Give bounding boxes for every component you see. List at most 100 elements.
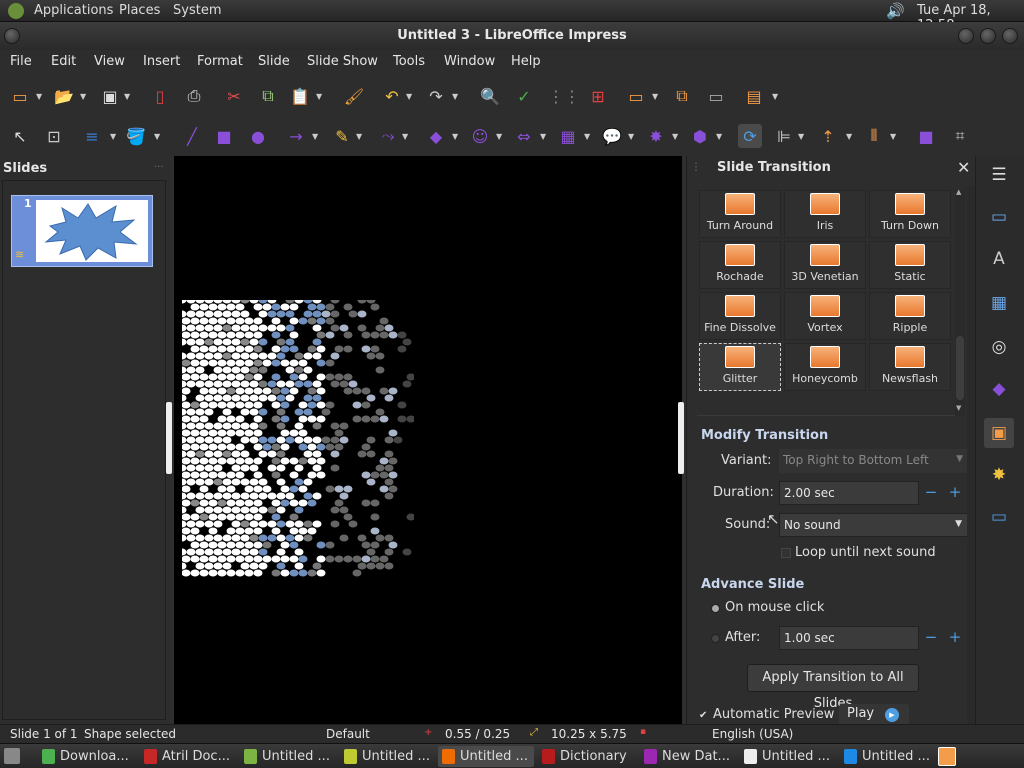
delete-slide-icon[interactable]: ▭ — [704, 84, 728, 108]
align-dropdown-icon[interactable]: ▼ — [798, 124, 806, 148]
slide-thumbnail-1[interactable]: 1 ≋ — [11, 195, 153, 267]
applications-menu[interactable]: Applications — [34, 3, 113, 18]
lines-arrows-dropdown-icon[interactable]: ▼ — [312, 124, 320, 148]
curves-dropdown-icon[interactable]: ▼ — [356, 124, 364, 148]
master-slides-icon[interactable]: ▭ — [984, 502, 1014, 532]
taskbar-item[interactable]: Untitled ... — [438, 746, 534, 767]
select-icon[interactable]: ↖ — [8, 124, 32, 148]
save-dropdown-icon[interactable]: ▼ — [124, 84, 132, 108]
distribute-icon[interactable]: ⫴ — [862, 124, 886, 148]
connectors-dropdown-icon[interactable]: ▼ — [402, 124, 410, 148]
taskbar-item[interactable]: Downloa... — [38, 746, 134, 767]
3d-objects-icon[interactable]: ⬢ — [688, 124, 712, 148]
menu-tools[interactable]: Tools — [393, 54, 425, 69]
arrange-dropdown-icon[interactable]: ▼ — [846, 124, 854, 148]
menu-file[interactable]: File — [10, 54, 32, 69]
duration-decrease-button[interactable]: − — [921, 483, 941, 503]
line-color-icon[interactable]: ≡ — [80, 124, 104, 148]
variant-select[interactable]: Top Right to Bottom Left ▼ — [779, 449, 969, 473]
line-icon[interactable]: ╱ — [180, 124, 204, 148]
panel-close-icon[interactable]: ✕ — [957, 158, 970, 177]
basic-shapes-dropdown-icon[interactable]: ▼ — [452, 124, 460, 148]
align-icon[interactable]: ⊫ — [772, 124, 796, 148]
panel-grip-icon[interactable]: ⋮ — [691, 162, 701, 173]
impress-launcher-icon[interactable] — [938, 747, 956, 766]
slides-pane-splitter[interactable] — [166, 402, 172, 474]
new-slide-dropdown-icon[interactable]: ▼ — [652, 84, 660, 108]
gallery-icon[interactable]: ▦ — [984, 288, 1014, 318]
menu-help[interactable]: Help — [511, 54, 541, 69]
connectors-icon[interactable]: ⤳ — [376, 124, 400, 148]
redo-dropdown-icon[interactable]: ▼ — [452, 84, 460, 108]
crop-icon[interactable]: ⌗ — [948, 124, 972, 148]
block-arrows-dropdown-icon[interactable]: ▼ — [540, 124, 548, 148]
language-status[interactable]: English (USA) — [712, 727, 793, 741]
redo-icon[interactable]: ↷ — [424, 84, 448, 108]
on-click-radio[interactable] — [711, 604, 720, 613]
show-desktop-icon[interactable] — [4, 748, 20, 764]
transition-tile-glitter[interactable]: Glitter — [699, 343, 781, 391]
transition-tile-iris[interactable]: Iris — [784, 190, 866, 238]
new-slide-icon[interactable]: ▭ — [624, 84, 648, 108]
transition-tile-ripple[interactable]: Ripple — [869, 292, 951, 340]
navigator-icon[interactable]: ◎ — [984, 332, 1014, 362]
menu-view[interactable]: View — [94, 54, 125, 69]
fill-color-icon[interactable]: 🪣 — [124, 124, 148, 148]
transition-tile-newsflash[interactable]: Newsflash — [869, 343, 951, 391]
taskbar-item[interactable]: Untitled ... — [740, 746, 836, 767]
after-spinbox[interactable]: 1.00 sec — [779, 626, 919, 650]
stars-dropdown-icon[interactable]: ▼ — [672, 124, 680, 148]
undo-icon[interactable]: ↶ — [380, 84, 404, 108]
slide-layout-icon[interactable]: ▤ — [742, 84, 766, 108]
ellipse-icon[interactable]: ● — [246, 124, 270, 148]
slide-transition-icon[interactable]: ▣ — [984, 418, 1014, 448]
transition-tile-turn-around[interactable]: Turn Around — [699, 190, 781, 238]
animation-icon[interactable]: ✸ — [984, 460, 1014, 490]
copy-icon[interactable]: ⧉ — [256, 84, 280, 108]
print-icon[interactable]: ⎙ — [182, 84, 206, 108]
flowchart-dropdown-icon[interactable]: ▼ — [584, 124, 592, 148]
minimize-button[interactable] — [958, 28, 974, 44]
transition-tile-turn-down[interactable]: Turn Down — [869, 190, 951, 238]
play-button[interactable]: Play ▶ — [839, 704, 909, 726]
taskbar-item[interactable]: Untitled ... — [840, 746, 936, 767]
line-color-dropdown-icon[interactable]: ▼ — [110, 124, 118, 148]
gallery-scroll-thumb[interactable] — [956, 336, 964, 400]
new-icon[interactable]: ▭ — [8, 84, 32, 108]
sound-select[interactable]: No sound ▼ — [779, 513, 969, 537]
transition-tile-rochade[interactable]: Rochade — [699, 241, 781, 289]
distribute-dropdown-icon[interactable]: ▼ — [890, 124, 898, 148]
sidebar-menu-icon[interactable]: ☰ — [984, 160, 1014, 190]
open-icon[interactable]: 📂 — [52, 84, 76, 108]
places-menu[interactable]: Places — [119, 3, 160, 18]
taskbar-item[interactable]: New Dat... — [640, 746, 736, 767]
slide-canvas[interactable] — [174, 156, 684, 724]
fill-color-dropdown-icon[interactable]: ▼ — [154, 124, 162, 148]
rotate-icon[interactable]: ⟳ — [738, 124, 762, 148]
grid-icon[interactable]: ⋮⋮ — [548, 84, 580, 108]
menu-insert[interactable]: Insert — [143, 54, 180, 69]
loop-checkbox[interactable] — [781, 548, 791, 558]
duplicate-slide-icon[interactable]: ⧉ — [670, 84, 694, 108]
spelling-icon[interactable]: ✓ — [512, 84, 536, 108]
document-modified-icon[interactable]: ▪ — [640, 727, 646, 737]
block-arrows-icon[interactable]: ⇔ — [512, 124, 536, 148]
volume-icon[interactable]: 🔊 — [886, 2, 905, 20]
save-icon[interactable]: ▣ — [98, 84, 122, 108]
export-pdf-icon[interactable]: ▯ — [148, 84, 172, 108]
callouts-dropdown-icon[interactable]: ▼ — [628, 124, 636, 148]
flowchart-icon[interactable]: ▦ — [556, 124, 580, 148]
cut-icon[interactable]: ✂ — [222, 84, 246, 108]
close-window-button[interactable] — [1002, 28, 1018, 44]
rectangle-icon[interactable]: ■ — [212, 124, 236, 148]
symbol-shapes-icon[interactable]: ☺ — [468, 124, 492, 148]
slide-layout-dropdown-icon[interactable]: ▼ — [772, 84, 780, 108]
shadow-icon[interactable]: ■ — [914, 124, 938, 148]
new-dropdown-icon[interactable]: ▼ — [36, 84, 44, 108]
menu-edit[interactable]: Edit — [51, 54, 76, 69]
basic-shapes-icon[interactable]: ◆ — [424, 124, 448, 148]
transition-tile-vortex[interactable]: Vortex — [784, 292, 866, 340]
menu-format[interactable]: Format — [197, 54, 243, 69]
callouts-icon[interactable]: 💬 — [600, 124, 624, 148]
zoom-pan-icon[interactable]: ⊡ — [42, 124, 66, 148]
